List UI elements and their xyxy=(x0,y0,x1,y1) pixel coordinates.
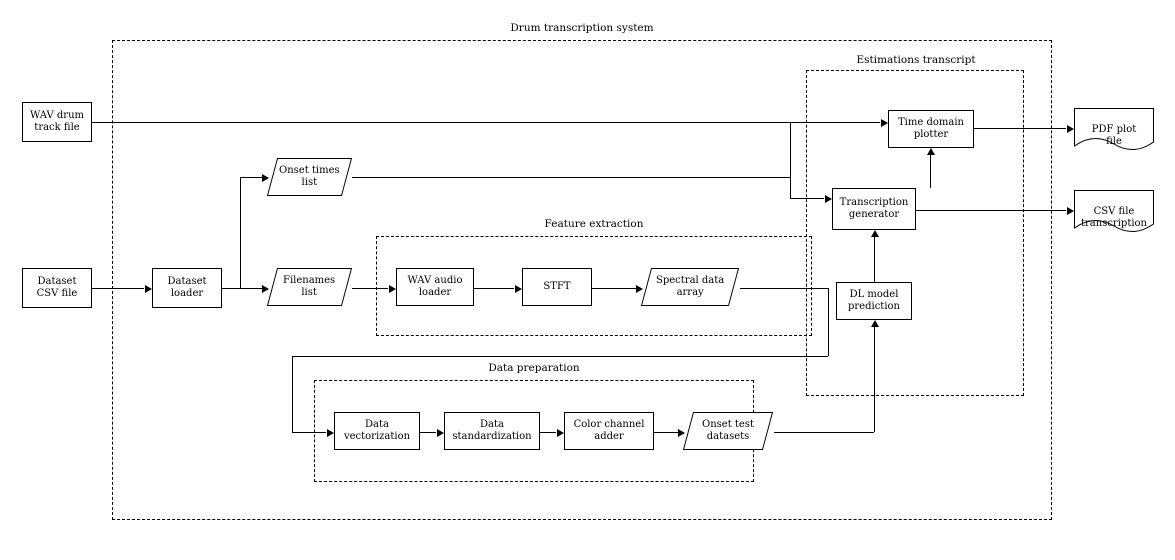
node-data-vec-label: Datavectorization xyxy=(344,419,410,443)
node-dataset-loader: Datasetloader xyxy=(152,268,222,308)
edge-vec-to-std xyxy=(420,432,436,433)
edge-wav-branch-to-transgen xyxy=(790,198,824,199)
node-spectral-label: Spectral dataarray xyxy=(656,275,724,299)
node-pdf-out-label: PDF plotfile xyxy=(1074,124,1154,148)
node-stft: STFT xyxy=(522,268,592,306)
edge-spectral-down1 xyxy=(828,288,829,356)
edge-std-to-color xyxy=(540,432,556,433)
group-main-label: Drum transcription system xyxy=(504,22,659,34)
arrow-color-to-onsettest xyxy=(678,429,685,437)
arrow-stft-to-spectral xyxy=(636,285,643,293)
node-csv-out-label: CSV filetranscription xyxy=(1074,206,1154,230)
arrow-wav-to-timeplotter xyxy=(881,119,888,127)
arrow-timeplotter-to-pdf xyxy=(1067,125,1074,133)
edge-color-to-onsettest xyxy=(654,432,678,433)
edge-wav-branch-down xyxy=(790,122,791,198)
arrow-loader-to-onset xyxy=(262,174,269,182)
arrow-filenames-to-wavloader xyxy=(389,285,396,293)
node-data-std-label: Datastandardization xyxy=(452,419,531,443)
node-onset-times-label: Onset timeslist xyxy=(279,165,340,189)
arrow-onsettest-to-dlpred xyxy=(871,320,879,327)
node-wav-loader-label: WAV audioloader xyxy=(408,275,463,299)
edge-transgen-to-timeplotter xyxy=(930,155,931,188)
node-time-plotter: Time domainplotter xyxy=(888,110,974,148)
arrow-loader-to-filenames xyxy=(262,285,269,293)
node-time-plotter-label: Time domainplotter xyxy=(898,117,964,141)
arrow-transgen-to-timeplotter xyxy=(927,148,935,155)
node-spectral: Spectral dataarray xyxy=(641,268,739,306)
edge-dlpred-to-transgen xyxy=(874,237,875,282)
edge-csv-to-loader xyxy=(92,288,144,289)
node-onset-test-label: Onset testdatasets xyxy=(702,419,754,443)
edge-spectral-out xyxy=(740,288,828,289)
node-dataset-loader-label: Datasetloader xyxy=(167,276,206,300)
node-color-ch: Color channeladder xyxy=(564,412,654,450)
edge-wavloader-to-stft xyxy=(474,288,514,289)
arrow-dlpred-to-transgen xyxy=(871,230,879,237)
node-wav-input-label: WAV drumtrack file xyxy=(30,110,84,134)
arrow-spectral-to-vec xyxy=(327,429,334,437)
node-dl-pred-label: DL modelprediction xyxy=(848,289,900,313)
edge-onset-long xyxy=(352,177,790,178)
node-dl-pred: DL modelprediction xyxy=(836,282,912,320)
node-pdf-out: PDF plotfile xyxy=(1074,108,1154,152)
node-stft-label: STFT xyxy=(543,281,570,293)
node-dataset-csv: DatasetCSV file xyxy=(22,268,92,308)
node-data-std: Datastandardization xyxy=(444,412,540,450)
edge-wav-to-est xyxy=(92,122,880,123)
node-onset-test: Onset testdatasets xyxy=(683,412,773,450)
edge-loader-out xyxy=(222,288,240,289)
node-filenames: Filenameslist xyxy=(267,268,352,306)
node-trans-gen: Transcriptiongenerator xyxy=(832,188,916,230)
arrow-csv-to-loader xyxy=(145,285,152,293)
arrow-wavloader-to-stft xyxy=(515,285,522,293)
arrow-wav-to-transgen xyxy=(825,195,832,203)
node-color-ch-label: Color channeladder xyxy=(574,419,645,443)
edge-loader-to-filenames xyxy=(240,288,262,289)
arrow-transgen-to-csv xyxy=(1067,207,1074,215)
group-prep-label: Data preparation xyxy=(482,362,585,374)
node-csv-out: CSV filetranscription xyxy=(1074,190,1154,234)
node-dataset-csv-label: DatasetCSV file xyxy=(37,276,78,300)
edge-filenames-to-wavloader xyxy=(352,288,388,289)
arrow-vec-to-std xyxy=(437,429,444,437)
node-onset-times: Onset timeslist xyxy=(267,158,352,196)
edge-spectral-left xyxy=(292,356,828,357)
node-wav-loader: WAV audioloader xyxy=(396,268,474,306)
edge-transgen-to-csv xyxy=(916,210,1066,211)
group-est-label: Estimations transcript xyxy=(850,54,981,66)
group-feature-label: Feature extraction xyxy=(539,218,650,230)
edge-spectral-down2 xyxy=(292,356,293,432)
node-filenames-label: Filenameslist xyxy=(283,275,335,299)
node-wav-input: WAV drumtrack file xyxy=(22,102,92,142)
arrow-std-to-color xyxy=(557,429,564,437)
edge-loader-up xyxy=(240,177,241,288)
edge-spectral-to-vec xyxy=(292,432,326,433)
edge-timeplotter-to-pdf xyxy=(974,128,1066,129)
edge-loader-to-onset xyxy=(240,177,262,178)
node-trans-gen-label: Transcriptiongenerator xyxy=(840,197,909,221)
edge-stft-to-spectral xyxy=(592,288,636,289)
edge-onsettest-up xyxy=(874,327,875,432)
node-data-vec: Datavectorization xyxy=(334,412,420,450)
edge-onsettest-right xyxy=(774,432,874,433)
